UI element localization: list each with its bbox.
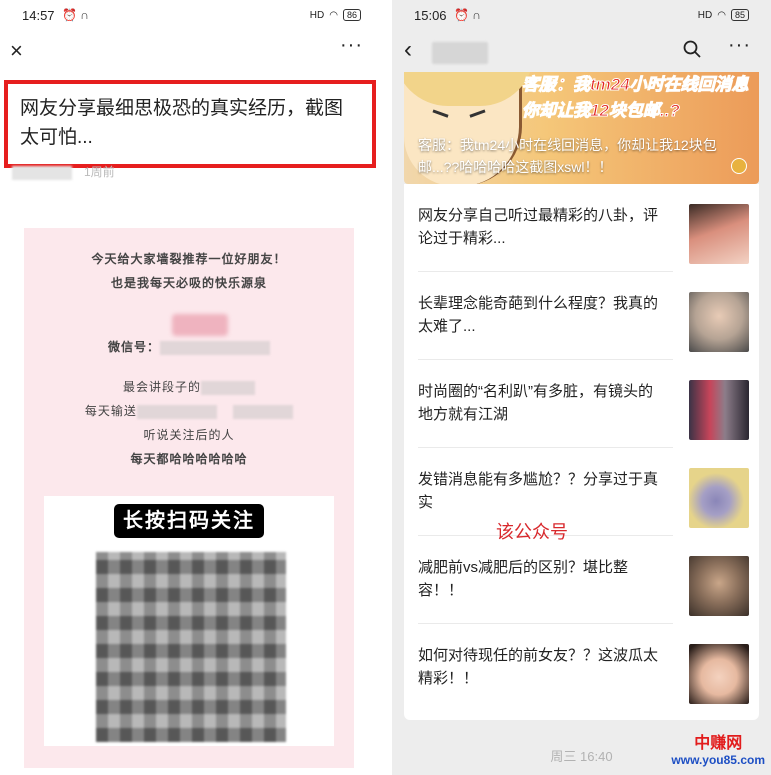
- status-time: 15:06: [414, 8, 447, 23]
- article-list: 网友分享自己听过最精彩的八卦，评论过于精彩... 长辈理念能奇葩到什么程度？我真…: [404, 184, 759, 720]
- list-item[interactable]: 减肥前vs减肥后的区别？堪比整容！！: [404, 536, 759, 624]
- alarm-icon: ⏰ ∩: [62, 8, 89, 22]
- account-name-blur: [172, 314, 228, 336]
- battery-icon: 86: [342, 9, 361, 21]
- cover-article[interactable]: 客服：我tm24小时在线回消息 你却让我12块包邮..? 客服：我tm24小时在…: [404, 72, 759, 184]
- promo-line-4: 最会讲段子的: [24, 378, 354, 395]
- article-meta: 1周前: [12, 163, 115, 180]
- wechat-id-line: 微信号：: [24, 338, 354, 355]
- article-title: 网友分享最细思极恐的真实经历，截图太可怕...: [4, 80, 376, 168]
- back-icon[interactable]: ‹: [404, 36, 412, 64]
- status-icons: HD ◠ 85: [698, 9, 749, 21]
- list-item[interactable]: 网友分享自己听过最精彩的八卦，评论过于精彩...: [404, 184, 759, 272]
- watermark-url: www.you85.com: [671, 753, 765, 767]
- chat-navbar: ‹ ···: [392, 32, 771, 72]
- promo-line-4-blur: [201, 380, 255, 395]
- list-item-title: 时尚圈的“名利趴”有多脏，有镜头的地方就有江湖: [418, 383, 653, 423]
- left-screenshot: 14:57 ⏰ ∩ HD ◠ 86 × ··· 网友分享最细思极恐的真实经历，截…: [0, 0, 383, 775]
- list-item[interactable]: 发错消息能有多尴尬？？分享过于真实: [404, 448, 759, 536]
- list-item[interactable]: 时尚圈的“名利趴”有多脏，有镜头的地方就有江湖: [404, 360, 759, 448]
- promo-line-2: 也是我每天必吸的快乐源泉: [110, 276, 267, 290]
- wifi-icon: ◠: [329, 9, 338, 21]
- account-name-blur: [432, 42, 488, 64]
- list-item-title: 网友分享自己听过最精彩的八卦，评论过于精彩...: [418, 207, 659, 247]
- right-screenshot: 15:06 ⏰ ∩ HD ◠ 85 ‹ ··· 客服：我tm24小时在线回消息 …: [392, 0, 771, 775]
- status-icons: HD ◠ 86: [310, 9, 361, 21]
- list-item[interactable]: 如何对待现任的前女友？？这波瓜太精彩！！: [404, 624, 759, 712]
- promo-line-5: 每天输送: [24, 402, 354, 419]
- promo-line-6: 听说关注后的人: [143, 428, 235, 442]
- play-icon: [731, 158, 747, 174]
- promo-line-4-text: 最会讲段子的: [122, 380, 201, 394]
- cover-caption: 客服：我tm24小时在线回消息，你却让我12块包邮...??哈哈哈哈这截图xsw…: [418, 137, 717, 175]
- list-item-thumbnail: [689, 644, 749, 704]
- search-icon[interactable]: [683, 40, 701, 58]
- list-item-title: 如何对待现任的前女友？？这波瓜太精彩！！: [418, 647, 659, 687]
- list-item-thumbnail: [689, 468, 749, 528]
- wechat-label: 微信号：: [107, 340, 160, 354]
- battery-icon: 85: [730, 9, 749, 21]
- more-icon[interactable]: ···: [340, 34, 363, 57]
- promo-line-5-text: 每天输送: [84, 404, 137, 418]
- qr-code-image[interactable]: [96, 552, 286, 742]
- list-item-title: 发错消息能有多尴尬？？分享过于真实: [418, 471, 659, 511]
- status-time: 14:57: [22, 8, 55, 23]
- signal-icon: HD: [697, 9, 713, 21]
- divider: [383, 0, 392, 775]
- list-item-thumbnail: [689, 204, 749, 264]
- promo-line-5-blur-b: [233, 404, 294, 419]
- list-item-thumbnail: [689, 380, 749, 440]
- overlay-label: 该公众号: [496, 522, 568, 542]
- status-bar: 14:57 ⏰ ∩ HD ◠ 86: [0, 0, 383, 30]
- promo-line-5-blur-a: [136, 404, 217, 419]
- qr-section: 长按扫码关注: [44, 496, 334, 746]
- cover-headline: 客服：我tm24小时在线回消息 你却让我12块包邮..?: [522, 75, 750, 121]
- promo-card: 今天给大家墙裂推荐一位好朋友！ 也是我每天必吸的快乐源泉 微信号： 最会讲段子的…: [24, 228, 354, 768]
- status-bar: 15:06 ⏰ ∩ HD ◠ 85: [392, 0, 771, 30]
- list-item-thumbnail: [689, 292, 749, 352]
- article-time: 1周前: [84, 165, 115, 179]
- list-item-thumbnail: [689, 556, 749, 616]
- alarm-icon: ⏰ ∩: [454, 8, 481, 22]
- qr-banner: 长按扫码关注: [114, 504, 264, 538]
- signal-icon: HD: [309, 9, 325, 21]
- wechat-id-blur: [160, 340, 270, 355]
- list-item-title: 长辈理念能奇葩到什么程度？我真的太难了...: [418, 295, 659, 335]
- author-blur: [12, 165, 72, 180]
- more-icon[interactable]: ···: [728, 34, 751, 57]
- site-watermark: 中赚网 www.you85.com: [671, 735, 765, 767]
- article-navbar: × ···: [0, 32, 383, 72]
- promo-line-1: 今天给大家墙裂推荐一位好朋友！: [91, 252, 287, 266]
- watermark-cn: 中赚网: [694, 735, 743, 752]
- list-item[interactable]: 长辈理念能奇葩到什么程度？我真的太难了...: [404, 272, 759, 360]
- close-icon[interactable]: ×: [10, 38, 23, 64]
- wifi-icon: ◠: [717, 9, 726, 21]
- promo-line-7: 每天都哈哈哈哈哈哈: [130, 452, 248, 466]
- list-item-title: 减肥前vs减肥后的区别？堪比整容！！: [418, 559, 629, 599]
